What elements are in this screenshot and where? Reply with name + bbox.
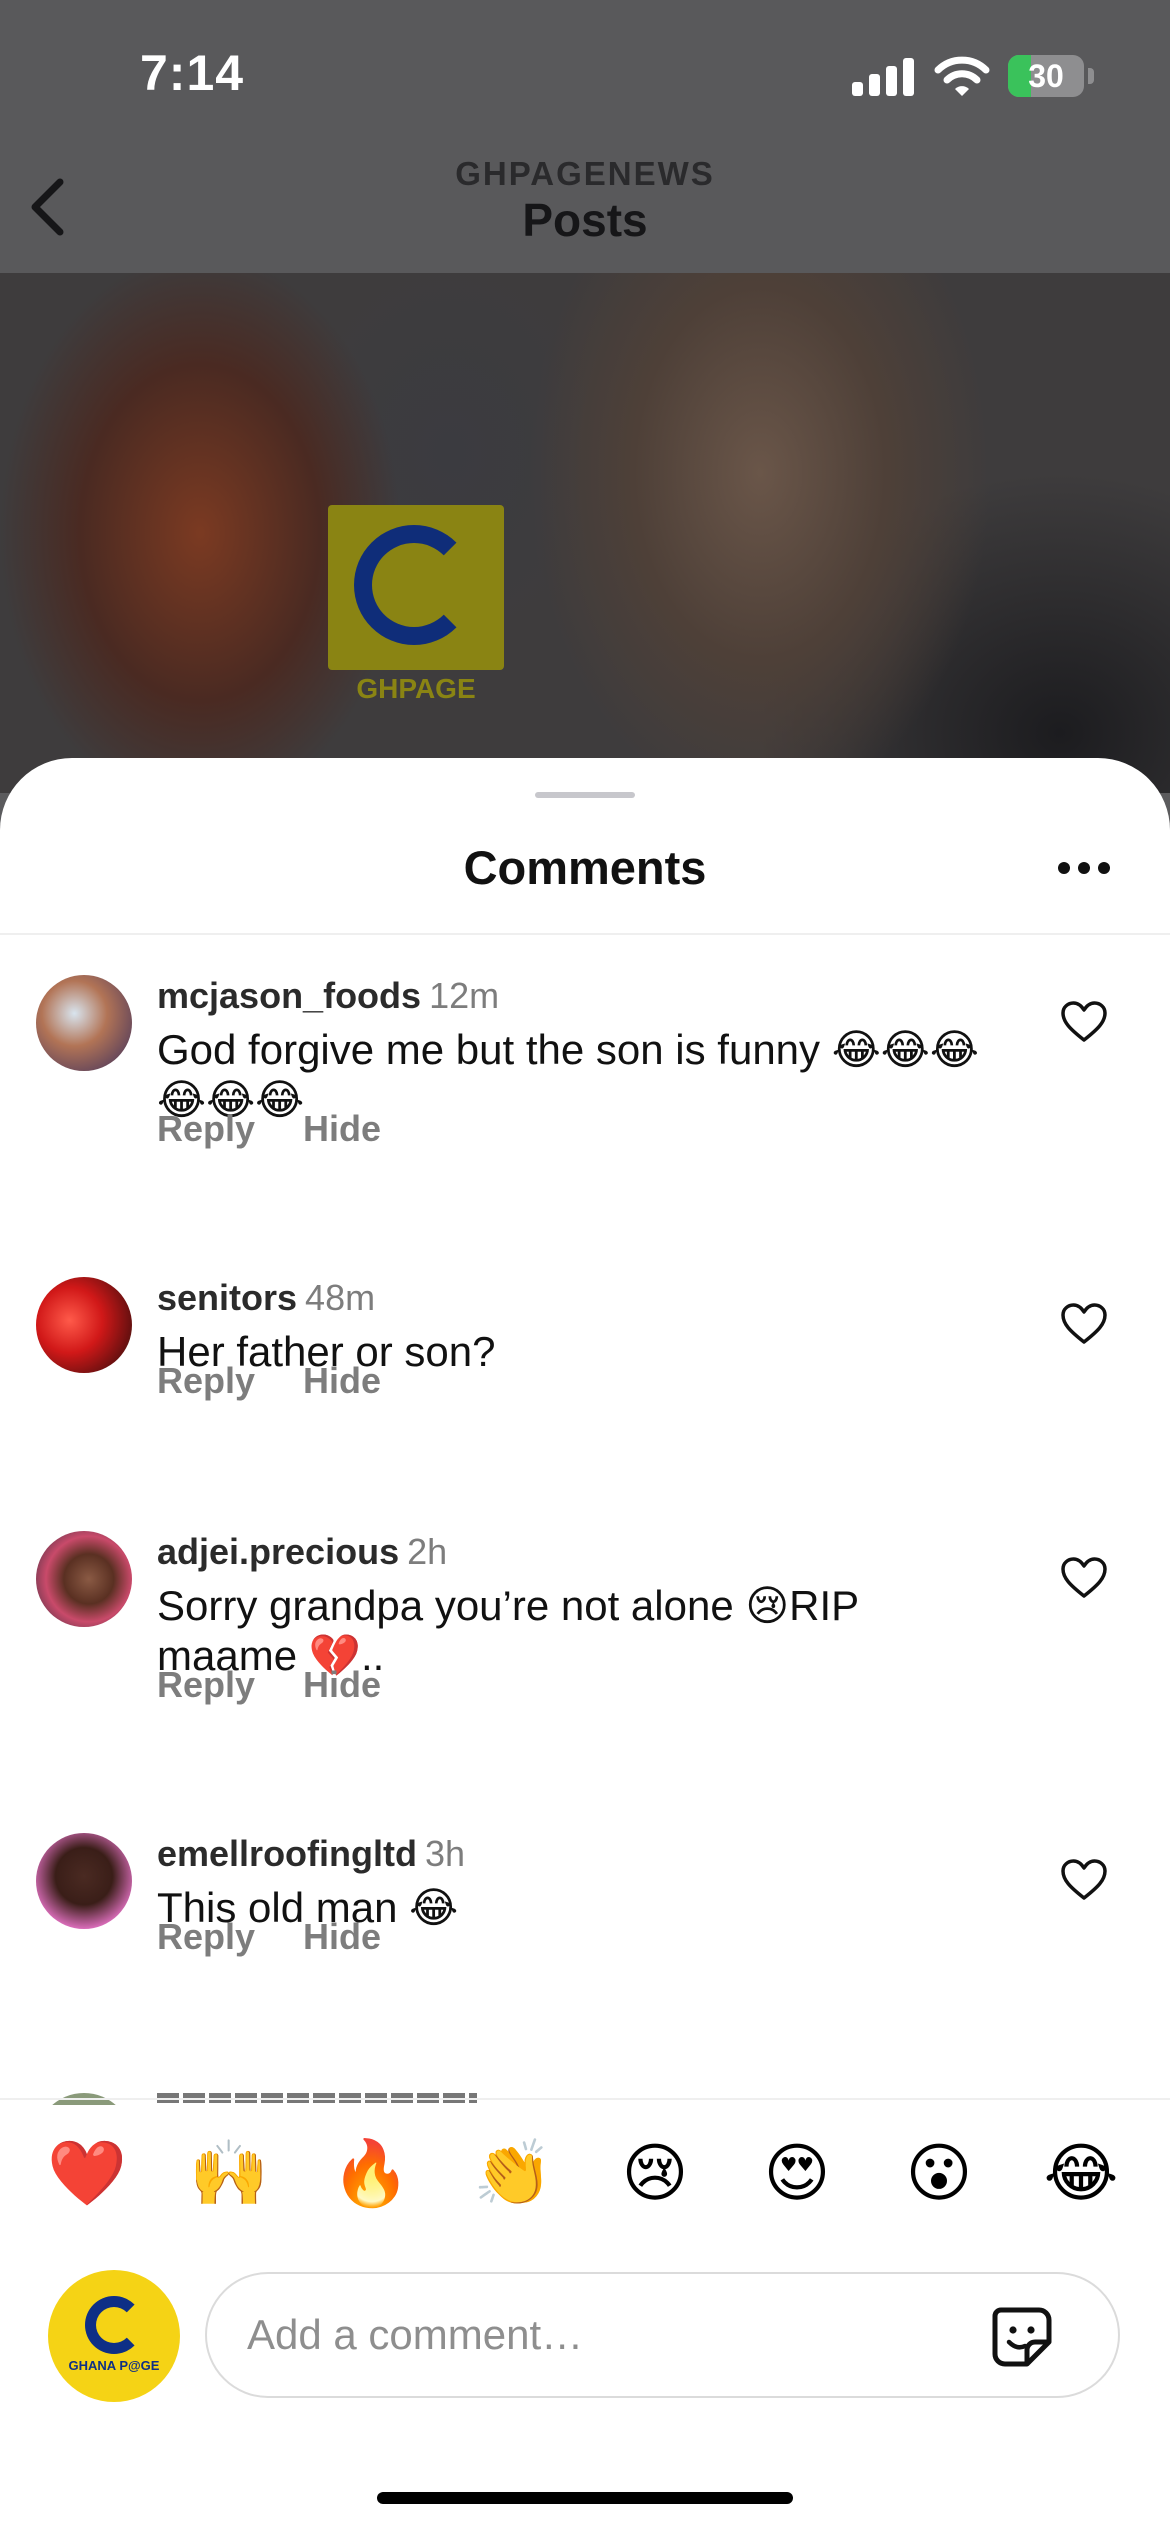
- comment-header: adjei.precious 2h: [157, 1531, 447, 1573]
- reaction-raising-hands-emoji[interactable]: 🙌: [189, 2133, 269, 2213]
- battery-tip: [1088, 68, 1094, 84]
- comment-actions: Reply Hide: [157, 1916, 429, 1958]
- ghpage-watermark-logo: [328, 505, 504, 670]
- comment-username[interactable]: mcjason_foods: [157, 975, 421, 1016]
- emoji-reactions-bar: ❤️ 🙌 🔥 👏 😢 😍 😮 😂: [0, 2133, 1170, 2213]
- ghpage-logo-ring: [354, 525, 474, 645]
- comment-username[interactable]: adjei.precious: [157, 1531, 399, 1572]
- hide-button[interactable]: Hide: [303, 1360, 381, 1401]
- comment-time: 3h: [425, 1833, 466, 1874]
- hide-button[interactable]: Hide: [303, 1108, 381, 1149]
- hide-button[interactable]: Hide: [303, 1664, 381, 1705]
- battery-icon: 30: [1008, 55, 1084, 97]
- reaction-crying-emoji[interactable]: 😢: [615, 2133, 695, 2213]
- avatar[interactable]: [36, 1277, 132, 1373]
- comments-title: Comments: [463, 841, 707, 894]
- reply-button[interactable]: Reply: [157, 1360, 255, 1401]
- like-heart-icon[interactable]: [1060, 1858, 1108, 1902]
- wifi-icon: [934, 56, 990, 96]
- divider: [0, 933, 1170, 935]
- comment-time: 2h: [407, 1531, 448, 1572]
- comment-time: 48m: [305, 1277, 376, 1318]
- reaction-clap-emoji[interactable]: 👏: [473, 2133, 553, 2213]
- home-indicator[interactable]: [377, 2492, 793, 2504]
- top-bar: 7:14 30 GHPAGENEWS Posts: [0, 0, 1170, 273]
- comment-composer: [205, 2272, 1120, 2398]
- comment-input[interactable]: [245, 2304, 969, 2366]
- reaction-laughing-emoji[interactable]: 😂: [1041, 2133, 1121, 2213]
- ghana-page-logo-icon: [85, 2296, 143, 2354]
- comment-header: emellroofingltd 3h: [157, 1833, 465, 1875]
- reaction-heart-emoji[interactable]: ❤️: [47, 2133, 127, 2213]
- comment-header: senitors 48m: [157, 1277, 375, 1319]
- like-heart-icon[interactable]: [1060, 1556, 1108, 1600]
- avatar[interactable]: [36, 1833, 132, 1929]
- hide-button[interactable]: Hide: [303, 1916, 381, 1957]
- my-avatar: GHANA P@GE: [48, 2270, 180, 2402]
- more-options-button[interactable]: [1058, 862, 1110, 876]
- sticker-icon[interactable]: [987, 2302, 1057, 2372]
- reply-button[interactable]: Reply: [157, 1664, 255, 1705]
- status-time: 7:14: [140, 45, 245, 101]
- reply-button[interactable]: Reply: [157, 1108, 255, 1149]
- divider: [0, 2098, 1170, 2100]
- reaction-surprised-emoji[interactable]: 😮: [899, 2133, 979, 2213]
- avatar[interactable]: [36, 975, 132, 1071]
- comments-sheet: Comments mcjason_foods 12m God forgive me…: [0, 758, 1170, 2532]
- like-heart-icon[interactable]: [1060, 1000, 1108, 1044]
- comment-username[interactable]: senitors: [157, 1277, 297, 1318]
- page-title: Posts: [522, 194, 648, 246]
- comment-actions: Reply Hide: [157, 1360, 429, 1402]
- watermark-text: GHPAGE: [356, 673, 476, 704]
- cellular-signal-icon: [852, 58, 914, 96]
- comment-time: 12m: [429, 975, 500, 1016]
- comment-actions: Reply Hide: [157, 1108, 429, 1150]
- reply-button[interactable]: Reply: [157, 1916, 255, 1957]
- post-image: GHPAGE: [0, 273, 1170, 793]
- comment-actions: Reply Hide: [157, 1664, 429, 1706]
- battery-percent: 30: [1028, 58, 1064, 94]
- avatar[interactable]: [36, 1531, 132, 1627]
- comment-username[interactable]: emellroofingltd: [157, 1833, 417, 1874]
- reaction-heart-eyes-emoji[interactable]: 😍: [757, 2133, 837, 2213]
- like-heart-icon[interactable]: [1060, 1302, 1108, 1346]
- comment-header: mcjason_foods 12m: [157, 975, 499, 1017]
- avatar-label: GHANA P@GE: [68, 2358, 160, 2373]
- reaction-fire-emoji[interactable]: 🔥: [331, 2133, 411, 2213]
- account-name: GHPAGENEWS: [455, 155, 715, 192]
- sheet-grabber[interactable]: [535, 792, 635, 798]
